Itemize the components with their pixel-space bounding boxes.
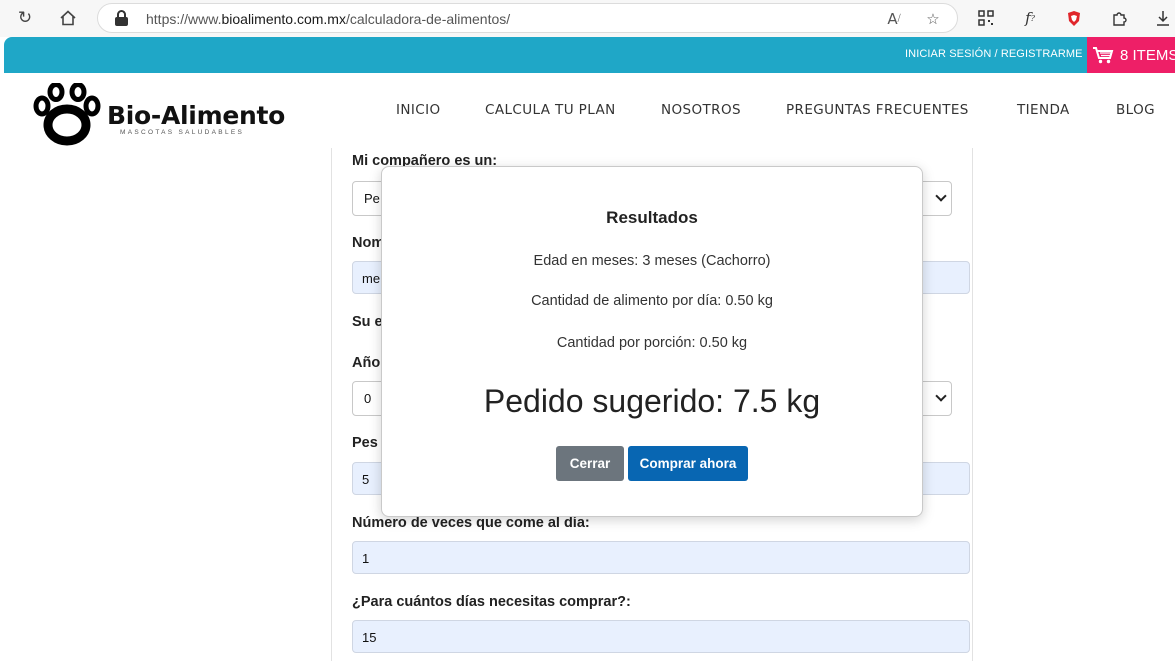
suggested-order: Pedido sugerido: 7.5 kg	[483, 383, 821, 419]
address-bar[interactable]: https://www.bioalimento.com.mx/calculado…	[97, 3, 958, 33]
menu-preguntas-frecuentes[interactable]: PREGUNTAS FRECUENTES	[786, 102, 969, 118]
meals-label: Número de veces que come al día:	[352, 515, 590, 531]
paw-logo-icon	[33, 83, 101, 146]
daily-food-result: Cantidad de alimento por día: 0.50 kg	[531, 293, 773, 309]
menu-tienda[interactable]: TIENDA	[1017, 102, 1070, 118]
menu-inicio[interactable]: INICIO	[396, 102, 441, 118]
download-icon[interactable]	[1153, 8, 1173, 28]
lock-icon	[115, 10, 128, 26]
top-bar: INICIAR SESIÓN / REGISTRARME 8 ITEMS	[4, 37, 1175, 73]
weight-label: Pes	[352, 435, 378, 451]
logo-name: Bio-Alimento	[107, 101, 285, 130]
url-text: https://www.bioalimento.com.mx/calculado…	[146, 11, 511, 27]
menu-blog[interactable]: BLOG	[1116, 102, 1155, 118]
read-aloud-icon[interactable]: A ⧸	[884, 9, 904, 29]
days-field[interactable]: 15	[352, 620, 970, 653]
login-register-link[interactable]: INICIAR SESIÓN / REGISTRARME	[905, 48, 1083, 60]
years-label: Año	[352, 355, 381, 371]
close-button[interactable]: Cerrar	[556, 446, 624, 481]
modal-title: Resultados	[606, 208, 698, 227]
menu-calcula-tu-plan[interactable]: CALCULA TU PLAN	[485, 102, 616, 118]
cart-icon	[1092, 46, 1114, 64]
qr-code-icon[interactable]	[976, 8, 996, 28]
browser-toolbar: ↻ https://www.bioalimento.com.mx/calcula…	[0, 0, 1175, 37]
favorite-star-icon[interactable]: ☆	[923, 9, 943, 29]
logo-tagline: MASCOTAS SALUDABLES	[120, 129, 245, 136]
cart-button[interactable]: 8 ITEMS	[1087, 37, 1175, 73]
stage-label: Su e	[352, 314, 383, 330]
name-label: Nom	[352, 235, 385, 251]
brave-shield-icon[interactable]	[1064, 8, 1084, 28]
site-header: Bio-Alimento MASCOTAS SALUDABLES INICIO …	[4, 73, 1175, 148]
extensions-puzzle-icon[interactable]	[1109, 8, 1129, 28]
buy-now-button[interactable]: Comprar ahora	[628, 446, 748, 481]
days-label: ¿Para cuántos días necesitas comprar?:	[352, 594, 631, 610]
chevron-down-icon	[935, 390, 947, 402]
font-extension-icon[interactable]: f?	[1020, 8, 1040, 28]
cart-count: 8 ITEMS	[1120, 46, 1175, 64]
portion-result: Cantidad por porción: 0.50 kg	[556, 335, 748, 351]
site-logo[interactable]: Bio-Alimento MASCOTAS SALUDABLES	[32, 83, 285, 146]
meals-field[interactable]: 1	[352, 541, 970, 574]
chevron-down-icon	[935, 190, 947, 202]
results-modal: Resultados Edad en meses: 3 meses (Cacho…	[381, 166, 923, 517]
age-result: Edad en meses: 3 meses (Cachorro)	[533, 253, 771, 269]
menu-nosotros[interactable]: NOSOTROS	[661, 102, 741, 118]
home-icon[interactable]	[56, 7, 80, 29]
reload-icon[interactable]: ↻	[13, 7, 37, 29]
